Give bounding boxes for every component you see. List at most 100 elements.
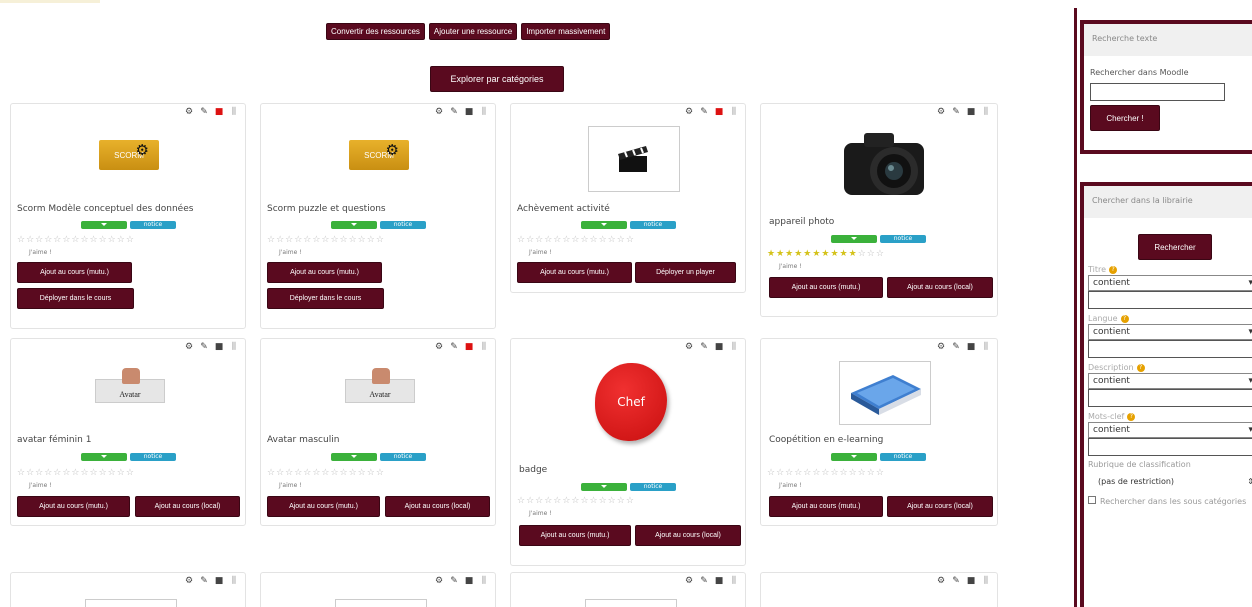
edit-icon[interactable]: ✎ <box>199 107 209 117</box>
resource-title[interactable]: Coopétition en e-learning <box>769 435 883 445</box>
description-operator-select[interactable]: contient ▾ <box>1088 373 1252 389</box>
deploy-in-course-button[interactable]: Déployer dans le cours <box>17 288 134 309</box>
like-label[interactable]: J'aime ! <box>529 510 552 517</box>
like-label[interactable]: J'aime ! <box>529 249 552 256</box>
stats-icon[interactable]: ⫼ <box>981 576 991 586</box>
title-operator-select[interactable]: contient ▾ <box>1088 275 1252 291</box>
gear-icon[interactable]: ⚙ <box>434 342 444 352</box>
edit-icon[interactable]: ✎ <box>951 576 961 586</box>
explore-categories-button[interactable]: Explorer par catégories <box>430 66 564 92</box>
add-to-course-shared-button[interactable]: Ajout au cours (mutu.) <box>519 525 631 546</box>
resource-title[interactable]: appareil photo <box>769 217 834 227</box>
thumbnail[interactable]: SCORM ⚙ <box>349 140 409 170</box>
edit-icon[interactable]: ✎ <box>199 576 209 586</box>
like-label[interactable]: J'aime ! <box>29 249 52 256</box>
stats-icon[interactable]: ⫼ <box>479 576 489 586</box>
stats-icon[interactable]: ⫼ <box>729 107 739 117</box>
keywords-input[interactable] <box>1088 438 1252 456</box>
rating-stars[interactable]: ★★★★★★★★★★☆☆☆ <box>767 249 885 259</box>
like-label[interactable]: J'aime ! <box>779 482 802 489</box>
edit-icon[interactable]: ✎ <box>951 107 961 117</box>
gear-icon[interactable]: ⚙ <box>936 342 946 352</box>
add-resource-button[interactable]: Ajouter une ressource <box>428 23 518 40</box>
gear-icon[interactable]: ⚙ <box>936 576 946 586</box>
rating-stars[interactable]: ☆☆☆☆☆☆☆☆☆☆☆☆☆ <box>17 235 135 245</box>
edit-icon[interactable]: ✎ <box>699 107 709 117</box>
language-operator-select[interactable]: contient ▾ <box>1088 324 1252 340</box>
help-icon[interactable]: ? <box>1136 363 1145 372</box>
notice-tag[interactable]: notice <box>130 453 176 461</box>
thumbnail[interactable] <box>588 126 680 192</box>
search-button[interactable]: Chercher ! <box>1090 105 1160 131</box>
rating-stars[interactable]: ☆☆☆☆☆☆☆☆☆☆☆☆☆ <box>767 468 885 478</box>
thumbnail[interactable]: Avatar <box>95 368 165 403</box>
stats-icon[interactable]: ⫼ <box>729 342 739 352</box>
edit-icon[interactable]: ✎ <box>449 342 459 352</box>
resource-title[interactable]: Avatar masculin <box>267 435 339 445</box>
bulk-import-button[interactable]: Importer massivement <box>521 23 611 40</box>
edit-icon[interactable]: ✎ <box>449 107 459 117</box>
edit-icon[interactable]: ✎ <box>951 342 961 352</box>
thumbnail[interactable] <box>837 124 935 204</box>
add-to-course-shared-button[interactable]: Ajout au cours (mutu.) <box>517 262 632 283</box>
delete-icon[interactable]: ■ <box>714 576 724 586</box>
thumbnail[interactable]: Chef <box>595 363 667 441</box>
like-label[interactable]: J'aime ! <box>779 263 802 270</box>
notice-tag[interactable]: notice <box>880 235 926 243</box>
stats-icon[interactable]: ⫼ <box>479 342 489 352</box>
dropdown-tag[interactable] <box>81 453 127 461</box>
stats-icon[interactable]: ⫼ <box>729 576 739 586</box>
resource-title[interactable]: Scorm puzzle et questions <box>267 204 386 214</box>
gear-icon[interactable]: ⚙ <box>936 107 946 117</box>
rating-stars[interactable]: ☆☆☆☆☆☆☆☆☆☆☆☆☆ <box>517 496 635 506</box>
delete-icon[interactable]: ■ <box>966 342 976 352</box>
dropdown-tag[interactable] <box>331 221 377 229</box>
edit-icon[interactable]: ✎ <box>699 576 709 586</box>
thumbnail[interactable] <box>335 599 427 607</box>
like-label[interactable]: J'aime ! <box>29 482 52 489</box>
edit-icon[interactable]: ✎ <box>199 342 209 352</box>
thumbnail[interactable] <box>85 599 177 607</box>
help-icon[interactable]: ? <box>1109 265 1118 274</box>
moodle-search-input[interactable] <box>1090 83 1225 101</box>
notice-tag[interactable]: notice <box>380 453 426 461</box>
convert-resources-button[interactable]: Convertir des ressources <box>326 23 425 40</box>
add-to-course-local-button[interactable]: Ajout au cours (local) <box>635 525 741 546</box>
add-to-course-shared-button[interactable]: Ajout au cours (mutu.) <box>17 262 132 283</box>
delete-icon[interactable]: ■ <box>464 342 474 352</box>
dropdown-tag[interactable] <box>831 235 877 243</box>
dropdown-tag[interactable] <box>581 483 627 491</box>
resource-title[interactable]: avatar féminin 1 <box>17 435 91 445</box>
description-input[interactable] <box>1088 389 1252 407</box>
add-to-course-local-button[interactable]: Ajout au cours (local) <box>887 496 993 517</box>
edit-icon[interactable]: ✎ <box>449 576 459 586</box>
subcategory-checkbox[interactable] <box>1088 496 1096 504</box>
add-to-course-shared-button[interactable]: Ajout au cours (mutu.) <box>267 496 380 517</box>
notice-tag[interactable]: notice <box>630 483 676 491</box>
library-search-button[interactable]: Rechercher <box>1138 234 1212 260</box>
add-to-course-shared-button[interactable]: Ajout au cours (mutu.) <box>769 496 883 517</box>
add-to-course-local-button[interactable]: Ajout au cours (local) <box>385 496 490 517</box>
add-to-course-local-button[interactable]: Ajout au cours (local) <box>887 277 993 298</box>
title-input[interactable] <box>1088 291 1252 309</box>
gear-icon[interactable]: ⚙ <box>684 107 694 117</box>
resource-title[interactable]: Scorm Modèle conceptuel des données <box>17 204 193 214</box>
delete-icon[interactable]: ■ <box>214 576 224 586</box>
language-input[interactable] <box>1088 340 1252 358</box>
stats-icon[interactable]: ⫼ <box>229 576 239 586</box>
stats-icon[interactable]: ⫼ <box>981 107 991 117</box>
dropdown-tag[interactable] <box>331 453 377 461</box>
resource-title[interactable]: badge <box>519 465 547 475</box>
rating-stars[interactable]: ☆☆☆☆☆☆☆☆☆☆☆☆☆ <box>267 235 385 245</box>
rating-stars[interactable]: ☆☆☆☆☆☆☆☆☆☆☆☆☆ <box>517 235 635 245</box>
gear-icon[interactable]: ⚙ <box>434 107 444 117</box>
help-icon[interactable]: ? <box>1127 412 1136 421</box>
gear-icon[interactable]: ⚙ <box>184 342 194 352</box>
help-icon[interactable]: ? <box>1120 314 1129 323</box>
dropdown-tag[interactable] <box>831 453 877 461</box>
delete-icon[interactable]: ■ <box>214 107 224 117</box>
resource-title[interactable]: Achèvement activité <box>517 204 610 214</box>
gear-icon[interactable]: ⚙ <box>184 107 194 117</box>
deploy-player-button[interactable]: Déployer un player <box>635 262 736 283</box>
dropdown-tag[interactable] <box>581 221 627 229</box>
